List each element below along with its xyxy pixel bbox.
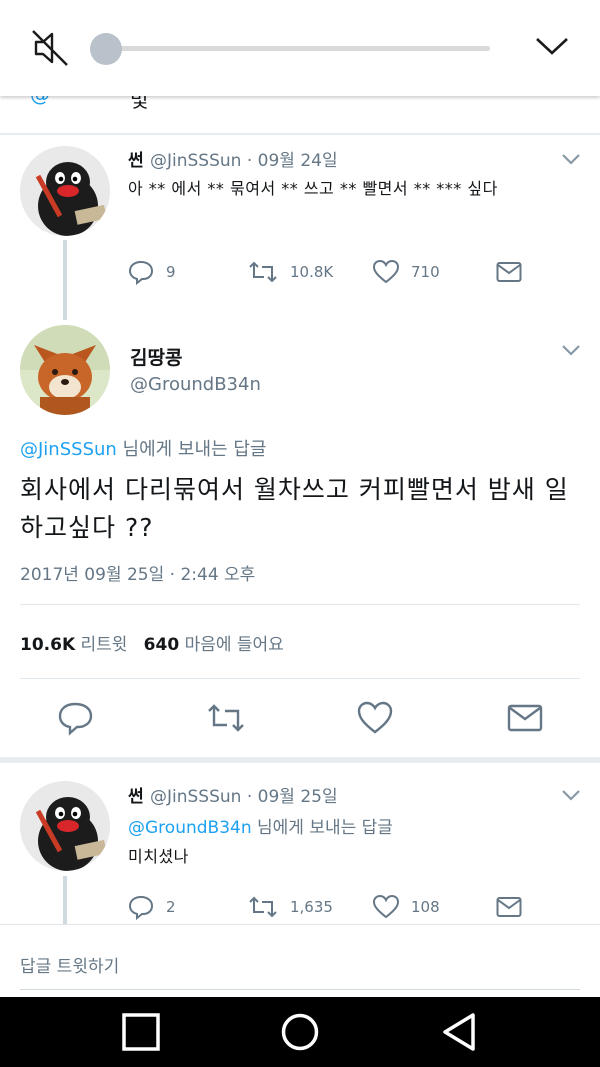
heart-icon[interactable] xyxy=(357,700,393,736)
chevron-down-icon[interactable] xyxy=(534,30,570,60)
reply-context: @JinSSSun 님에게 보내는 답글 xyxy=(20,435,266,461)
like-count: 108 xyxy=(411,898,440,916)
system-navigation-bar xyxy=(0,997,600,1067)
like-label[interactable]: 마음에 들어요 xyxy=(185,635,284,655)
retweet-icon xyxy=(249,261,277,283)
envelope-icon xyxy=(496,897,522,917)
speaker-muted-icon[interactable] xyxy=(30,28,70,68)
tweet-date: · 09월 25일 xyxy=(246,787,338,807)
section-separator xyxy=(0,757,600,763)
avatar[interactable] xyxy=(20,146,110,236)
chevron-down-icon[interactable] xyxy=(561,788,581,802)
retweet-button[interactable]: 1,635 xyxy=(248,892,333,922)
reply-to-handle-link[interactable]: @GroundB34n xyxy=(128,818,252,838)
chevron-down-icon[interactable] xyxy=(561,152,581,166)
dm-button[interactable] xyxy=(496,257,522,287)
author-name[interactable]: 썬 xyxy=(128,782,144,807)
back-icon[interactable] xyxy=(440,1012,480,1052)
reply-to-suffix: 님에게 보내는 답글 xyxy=(251,818,393,838)
input-underline xyxy=(20,989,580,990)
reply-to-suffix: 님에게 보내는 답글 xyxy=(116,439,267,460)
retweet-count: 1,635 xyxy=(290,898,333,916)
author-handle[interactable]: @JinSSSun xyxy=(150,151,241,171)
reply-icon xyxy=(128,895,154,920)
retweet-count: 10.8K xyxy=(290,263,334,281)
divider xyxy=(20,604,580,605)
divider xyxy=(0,133,600,135)
penguin-avatar-image xyxy=(20,146,110,236)
retweet-icon xyxy=(249,896,277,918)
reply-context: @GroundB34n 님에게 보내는 답글 xyxy=(128,813,393,838)
main-tweet-text: 회사에서 다리묶여서 월차쓰고 커피빨면서 밤새 일하고싶다 ?? xyxy=(20,475,569,542)
home-icon[interactable] xyxy=(280,1012,320,1052)
dm-button[interactable] xyxy=(496,892,522,922)
author-handle[interactable]: @JinSSSun xyxy=(150,787,241,807)
like-button[interactable]: 108 xyxy=(373,892,440,922)
tweet-stats: 10.6K 리트윗 640 마음에 들어요 xyxy=(20,630,284,655)
avatar[interactable] xyxy=(20,325,110,415)
reply-count: 9 xyxy=(166,263,176,281)
tweet-actions: 9 10.8K 710 xyxy=(128,257,528,287)
recent-apps-icon[interactable] xyxy=(121,1012,161,1052)
author-handle-date[interactable]: @JinSSSun · 09월 25일 xyxy=(150,782,338,807)
author-name[interactable]: 김땅콩 xyxy=(130,343,182,370)
envelope-icon[interactable] xyxy=(507,700,543,736)
retweet-icon[interactable] xyxy=(206,700,246,736)
reply-to-handle-link[interactable]: @JinSSSun xyxy=(20,439,117,460)
reply-icon[interactable] xyxy=(57,700,93,736)
thread-line xyxy=(63,876,67,926)
like-count: 710 xyxy=(411,263,440,281)
seek-handle[interactable] xyxy=(90,33,122,65)
chevron-down-icon[interactable] xyxy=(561,343,581,357)
tweet-text: 아 ** 에서 ** 묶여서 ** 쓰고 ** 빨면서 ** *** 싶다 xyxy=(128,179,498,198)
heart-icon xyxy=(373,259,399,284)
envelope-icon xyxy=(496,262,522,282)
like-total[interactable]: 640 xyxy=(144,635,180,655)
fox-avatar-image xyxy=(20,325,110,415)
media-control-bar xyxy=(0,0,600,96)
tweet-actions: 2 1,635 108 xyxy=(128,892,528,922)
reply-input-placeholder[interactable]: 답글 트윗하기 xyxy=(20,952,119,977)
reply-icon xyxy=(128,260,154,285)
tweet-text: 미치셨나 xyxy=(128,847,189,866)
divider xyxy=(20,678,580,679)
tweet-date: · 09월 24일 xyxy=(246,151,338,171)
author-handle[interactable]: @GroundB34n xyxy=(130,374,261,395)
like-button[interactable]: 710 xyxy=(373,257,440,287)
author-name[interactable]: 썬 xyxy=(128,146,144,171)
retweet-label[interactable]: 리트윗 xyxy=(81,635,128,655)
reply-composer[interactable]: 답글 트윗하기 xyxy=(0,924,600,997)
avatar[interactable] xyxy=(20,781,110,871)
previous-tweet-fragment: @및 xyxy=(30,96,149,112)
thread-line xyxy=(63,240,67,320)
reply-button[interactable]: 2 xyxy=(128,892,176,922)
tweet-timestamp: 2017년 09월 25일 · 2:44 오후 xyxy=(20,565,256,585)
reply-button[interactable]: 9 xyxy=(128,257,176,287)
reply-count: 2 xyxy=(166,898,176,916)
seek-track[interactable] xyxy=(106,46,490,51)
penguin-avatar-image xyxy=(20,781,110,871)
retweet-button[interactable]: 10.8K xyxy=(248,257,333,287)
main-tweet-actions xyxy=(0,700,600,736)
retweet-total[interactable]: 10.6K xyxy=(20,635,75,655)
author-handle-date[interactable]: @JinSSSun · 09월 24일 xyxy=(150,146,338,171)
heart-icon xyxy=(373,894,399,919)
